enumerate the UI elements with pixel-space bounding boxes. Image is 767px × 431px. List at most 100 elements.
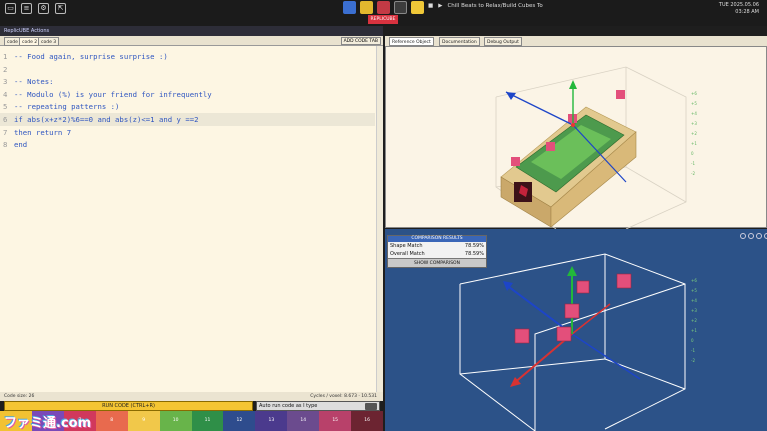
music-player: ■ ▶ Chill Beats to Relax/Build Cubes To (428, 3, 543, 9)
app-icons (343, 1, 424, 14)
editor-title: ReplicUBE Actions (0, 26, 383, 36)
code-line[interactable]: 5 -- repeating patterns :) (0, 100, 375, 113)
tab-documentation[interactable]: Documentation (439, 37, 480, 46)
line-number: 6 (3, 115, 8, 124)
show-comparison-button[interactable]: SHOW COMPARISON (388, 258, 486, 267)
code-line[interactable]: 6 if abs(x+z*2)%6==0 and abs(z)<=1 and y … (0, 113, 375, 126)
line-number: 4 (3, 89, 8, 99)
clock: TUE 2025.05.06 03:28 AM (719, 2, 759, 16)
line-number: 5 (3, 102, 8, 112)
add-code-tab-button[interactable]: ADD CODE TAB (340, 37, 381, 45)
autorun-switch[interactable] (365, 403, 377, 410)
svg-text:+6: +6 (691, 91, 697, 96)
cube-app-icon[interactable] (343, 1, 356, 14)
code-line[interactable]: 1 -- Food again, surprise surprise :) (0, 50, 375, 63)
code-editor[interactable]: 1 -- Food again, surprise surprise :) 2 3 --… (0, 46, 383, 392)
reset-view-icon[interactable] (740, 233, 746, 239)
palette-swatch[interactable]: 13 (255, 411, 288, 431)
settings-icon[interactable]: ≡ (21, 3, 32, 14)
palette-swatch[interactable]: 9 (127, 411, 160, 431)
viewer-controls (740, 233, 767, 239)
layers-icon[interactable] (756, 233, 762, 239)
svg-text:+2: +2 (691, 318, 697, 323)
line-text: -- Notes: (14, 77, 54, 87)
svg-text:+3: +3 (691, 121, 697, 126)
autorun-toggle[interactable]: Auto run code as I type (256, 401, 380, 411)
play-icon[interactable]: ▶ (438, 3, 442, 9)
run-code-button[interactable]: RUN CODE (CTRL+R) (4, 401, 253, 411)
replicube-window: ▭ ≡ ⚙ ⇱ REPLICUBE ■ ▶ Chill Beats to Rel… (0, 0, 767, 431)
code-line[interactable]: 4 -- Modulo (%) is your friend for infreq… (0, 88, 375, 101)
y-axis-ticks: +6 +5 +4 +3 +2 +1 0 -1 -2 (691, 91, 697, 176)
tab-code-2[interactable]: code 2 (19, 37, 41, 46)
palette-swatch[interactable]: 16 (351, 411, 384, 431)
overall-match-row: Overall Match 78.59% (388, 250, 486, 258)
svg-text:+2: +2 (691, 131, 697, 136)
palette-swatch[interactable]: 10 (159, 411, 192, 431)
tab-code-3[interactable]: code 3 (38, 37, 60, 46)
code-line[interactable]: 3 -- Notes: (0, 75, 375, 88)
exit-icon[interactable]: ⇱ (55, 3, 66, 14)
palette-swatch[interactable]: 12 (223, 411, 256, 431)
tab-debug-output[interactable]: Debug Output (484, 37, 522, 46)
svg-text:-2: -2 (691, 171, 695, 176)
clock-time: 03:28 AM (735, 9, 759, 15)
line-text: if abs(x+z*2)%6==0 and abs(z)<=1 and y =… (14, 115, 199, 124)
top-bar: ▭ ≡ ⚙ ⇱ REPLICUBE ■ ▶ Chill Beats to Rel… (0, 0, 767, 26)
comparison-results-panel: COMPARISON RESULTS Shape Match 78.59% Ov… (387, 235, 487, 268)
reference-voxel-model (500, 106, 637, 228)
comparison-y-ticks: +6 +5 +4 +3 +2 +1 0 -1 -2 (691, 278, 697, 363)
reference-object-viewer[interactable]: +6 +5 +4 +3 +2 +1 0 -1 -2 (385, 46, 767, 229)
line-text: -- Modulo (%) is your friend for infrequ… (14, 89, 212, 99)
autorun-label: Auto run code as I type (259, 403, 318, 409)
code-line[interactable]: 8 end (0, 138, 375, 151)
line-text: -- Food again, surprise surprise :) (14, 52, 168, 61)
line-number: 8 (3, 140, 8, 150)
line-text: end (14, 140, 28, 150)
editor-status-bar: Code size: 26 Cycles / voxel: 8.673 · 10… (0, 392, 383, 401)
svg-text:+1: +1 (691, 328, 697, 333)
famitsu-watermark: ファミ通.com (4, 416, 92, 431)
viewer-tabs: Reference Object Documentation Debug Out… (385, 36, 767, 46)
line-text: then return 7 (14, 127, 72, 137)
svg-text:+4: +4 (691, 111, 697, 116)
palette-swatch[interactable]: 11 (191, 411, 224, 431)
palette-swatch[interactable]: 14 (287, 411, 320, 431)
svg-text:+5: +5 (691, 101, 697, 106)
line-number: 2 (3, 64, 8, 74)
code-tabs: code code 2 code 3 ADD CODE TAB (0, 36, 383, 46)
replicube-taskbar-tab[interactable]: REPLICUBE (368, 15, 398, 24)
line-number: 7 (3, 127, 8, 137)
clock-date: TUE 2025.05.06 (718, 2, 759, 8)
tab-reference-object[interactable]: Reference Object (389, 37, 434, 46)
code-size-label: Code size: 26 (4, 394, 35, 399)
svg-text:+6: +6 (691, 278, 697, 283)
code-line[interactable]: 2 (0, 63, 375, 76)
svg-text:0: 0 (691, 151, 694, 156)
music-title: Chill Beats to Relax/Build Cubes To (447, 3, 543, 9)
shape-match-row: Shape Match 78.59% (388, 242, 486, 250)
chat-app-icon[interactable] (411, 1, 424, 14)
code-line[interactable]: 7 then return 7 (0, 126, 375, 139)
line-number: 1 (3, 52, 8, 61)
palette-swatch[interactable]: 15 (319, 411, 352, 431)
palette-swatch[interactable]: 8 (95, 411, 128, 431)
editor-scrollbar[interactable] (376, 46, 383, 392)
folder-icon[interactable]: ▭ (5, 3, 16, 14)
svg-text:-1: -1 (691, 161, 695, 166)
zoom-icon[interactable] (748, 233, 754, 239)
gear-icon[interactable]: ⚙ (38, 3, 49, 14)
svg-text:-2: -2 (691, 358, 695, 363)
music-app-icon[interactable] (394, 1, 407, 14)
replicube-app-icon[interactable] (377, 1, 390, 14)
svg-text:+3: +3 (691, 308, 697, 313)
line-number: 3 (3, 77, 8, 87)
cycles-label: Cycles / voxel: 8.673 · 10.531 (310, 394, 377, 399)
svg-text:0: 0 (691, 338, 694, 343)
overall-match-value: 78.59% (464, 251, 484, 257)
overall-match-label: Overall Match (390, 251, 425, 257)
shape-match-value: 78.59% (464, 243, 484, 249)
svg-text:+5: +5 (691, 288, 697, 293)
stop-icon[interactable]: ■ (428, 3, 433, 9)
puzzle-app-icon[interactable] (360, 1, 373, 14)
